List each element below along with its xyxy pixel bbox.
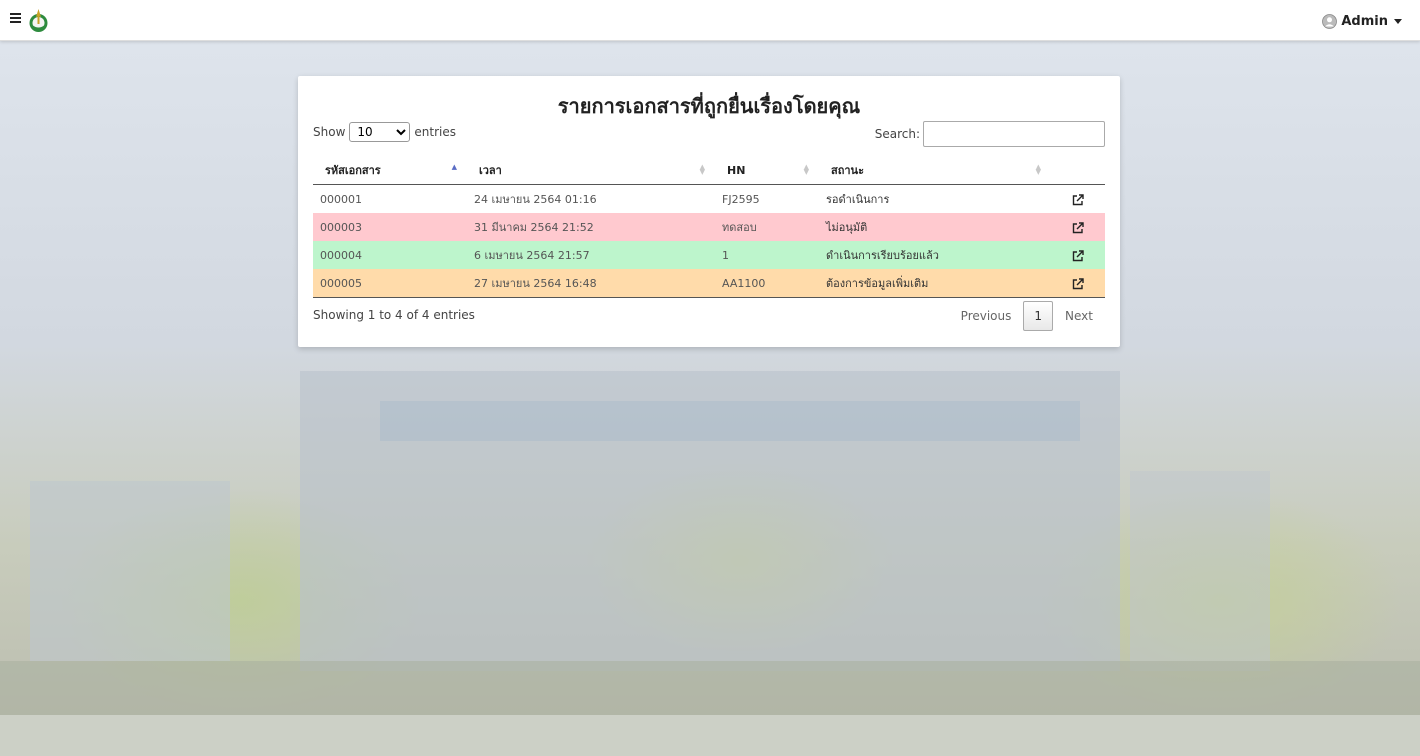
table-row: 000004 6 เมษายน 2564 21:57 1 ดำเนินการเรียบ… — [313, 241, 1105, 269]
user-name-label: Admin — [1341, 13, 1388, 29]
show-label: Show — [313, 125, 346, 139]
status-cell: ไม่อนุมัติ — [826, 221, 868, 234]
table-row: 000003 31 มีนาคม 2564 21:52 ทดสอบ ไม่อนุมัต… — [313, 213, 1105, 241]
search-input[interactable] — [923, 121, 1105, 147]
table-info: Showing 1 to 4 of 4 entries — [313, 308, 475, 322]
action-cell — [1051, 269, 1105, 298]
background-building-left — [30, 481, 230, 661]
page-title: รายการเอกสารที่ถูกยื่นเรื่องโดยคุณ — [557, 94, 861, 118]
action-cell — [1051, 241, 1105, 269]
search-control: Search: — [875, 121, 1105, 147]
background-ground — [0, 661, 1420, 756]
search-label: Search: — [874, 127, 920, 141]
column-header-time[interactable]: เวลา ▲ ▼ — [467, 156, 715, 185]
column-header-doc-id[interactable]: รหัสเอกสาร ▲ — [313, 156, 467, 185]
hn-cell: 1 — [722, 248, 729, 262]
sort-icon: ▲ ▼ — [803, 163, 809, 176]
page-length-select[interactable]: 102550100 — [349, 122, 411, 142]
previous-page-button[interactable]: Previous — [949, 302, 1024, 330]
hn-cell: FJ2595 — [722, 192, 760, 206]
table-row: 000001 24 เมษายน 2564 01:16 FJ2595 รอดำเนิน… — [313, 184, 1105, 214]
hospital-logo[interactable] — [26, 7, 51, 33]
time-cell: 27 เมษายน 2564 16:48 — [467, 269, 715, 298]
next-page-button[interactable]: Next — [1053, 302, 1105, 330]
action-cell — [1051, 213, 1105, 241]
column-header-status[interactable]: สถานะ ▲ ▼ — [819, 156, 1051, 185]
external-edit-icon[interactable] — [1072, 193, 1084, 206]
column-header-hn[interactable]: HN ▲ ▼ — [715, 156, 819, 185]
documents-card: รายการเอกสารที่ถูกยื่นเรื่องโดยคุณ Show … — [298, 76, 1120, 347]
user-circle-icon — [1322, 13, 1338, 29]
external-edit-icon[interactable] — [1072, 249, 1084, 262]
column-header-label: รหัสเอกสาร — [325, 164, 381, 177]
pagination: Previous 1 Next — [949, 301, 1105, 331]
background-windows — [380, 401, 1080, 441]
status-cell: ต้องการข้อมูลเพิ่มเติม — [819, 269, 1051, 298]
table-body: 000001 24 เมษายน 2564 01:16 FJ2595 รอดำเนิน… — [313, 184, 1105, 298]
hamburger-menu-icon[interactable] — [10, 13, 21, 23]
hn-cell: AA1100 — [715, 269, 819, 298]
table-row: 000005 27 เมษายน 2564 16:48 AA1100 ต้องการข… — [313, 269, 1105, 298]
user-menu-dropdown[interactable]: Admin — [1322, 11, 1402, 31]
doc-id-cell: 000004 — [320, 248, 362, 262]
column-header-label: HN — [727, 163, 746, 177]
sort-asc-icon: ▲ — [451, 163, 457, 171]
status-cell: รอดำเนินการ — [826, 193, 890, 206]
external-edit-icon[interactable] — [1072, 221, 1084, 234]
doc-id-cell: 000005 — [313, 269, 467, 298]
doc-id-cell: 000003 — [320, 220, 362, 234]
hn-cell: ทดสอบ — [722, 221, 757, 234]
documents-table: รหัสเอกสาร ▲ เวลา ▲ ▼ HN ▲ ▼ สถานะ ▲ ▼ 0… — [313, 156, 1105, 298]
entries-label: entries — [414, 125, 456, 139]
column-header-label: เวลา — [479, 164, 502, 177]
action-cell — [1051, 185, 1105, 214]
chevron-down-icon — [1394, 18, 1402, 24]
time-cell: 24 เมษายน 2564 01:16 — [474, 193, 597, 206]
sort-icon: ▲ ▼ — [699, 163, 705, 176]
time-cell: 6 เมษายน 2564 21:57 — [474, 249, 590, 262]
page-1-button[interactable]: 1 — [1023, 301, 1054, 331]
background-building-right — [1130, 471, 1270, 671]
top-navbar: Admin — [0, 0, 1420, 41]
external-edit-icon[interactable] — [1072, 277, 1084, 290]
column-header-action — [1051, 156, 1105, 185]
table-header-row: รหัสเอกสาร ▲ เวลา ▲ ▼ HN ▲ ▼ สถานะ ▲ ▼ — [313, 156, 1105, 185]
status-cell: ดำเนินการเรียบร้อยแล้ว — [826, 249, 939, 262]
time-cell: 31 มีนาคม 2564 21:52 — [474, 221, 594, 234]
page-length-control: Show 102550100 entries — [313, 122, 456, 142]
doc-id-cell: 000001 — [320, 192, 362, 206]
column-header-label: สถานะ — [831, 164, 864, 177]
sort-icon: ▲ ▼ — [1035, 163, 1041, 176]
